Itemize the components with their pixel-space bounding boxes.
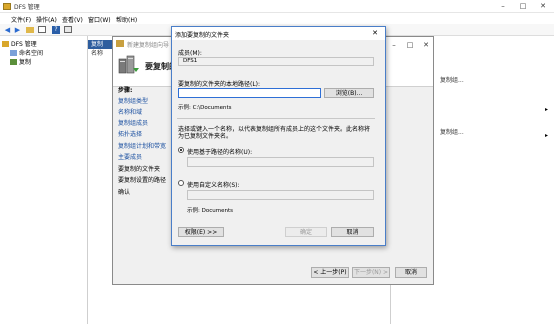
menu-action[interactable]: 操作(A) <box>36 15 57 24</box>
panel-icon[interactable] <box>64 26 73 34</box>
folder-name-description: 选择或键入一个名称，以代表复制组所有成员上的这个文件夹。此名称将为已复制文件夹名… <box>178 126 371 140</box>
navigation-tree <box>0 36 88 324</box>
menu-view[interactable]: 查看(V) <box>62 15 83 24</box>
radio-use-path-name[interactable] <box>178 147 184 153</box>
menu-bar <box>0 13 554 24</box>
step-folders-to-replicate: 要复制的文件夹 <box>118 166 161 173</box>
step-topology[interactable]: 拓扑选择 <box>118 129 142 138</box>
browse-button[interactable]: 浏览(B)... <box>324 88 374 98</box>
window-title: DFS 管理 <box>14 4 40 11</box>
menu-window[interactable]: 窗口(W) <box>88 15 111 24</box>
permissions-button[interactable]: 权限(E) >> <box>178 227 224 237</box>
expand-arrow-icon[interactable]: ▸ <box>545 132 548 139</box>
expand-arrow-icon[interactable]: ▸ <box>545 106 548 113</box>
minimize-icon[interactable]: – <box>494 0 512 12</box>
dfs-icon <box>2 41 9 47</box>
local-path-label: 要复制的文件夹的本地路径(L): <box>178 81 261 88</box>
separator <box>177 118 375 119</box>
local-path-input[interactable] <box>178 88 321 98</box>
wizard-prev-button[interactable]: < 上一步(P) <box>311 267 349 278</box>
dialog-cancel-button[interactable]: 取消 <box>331 227 374 237</box>
wizard-cancel-button[interactable]: 取消 <box>395 267 427 278</box>
folder-icon[interactable] <box>26 26 35 34</box>
replication-servers-icon <box>118 54 140 76</box>
tree-view-icon[interactable] <box>38 26 47 34</box>
back-arrow-icon[interactable]: ◀ <box>3 26 12 34</box>
name-example: 示例: Documents <box>187 208 233 214</box>
path-example: 示例: C:\Documents <box>178 105 232 111</box>
close-icon[interactable]: ✕ <box>534 0 552 12</box>
step-name-and-domain[interactable]: 名称和域 <box>118 107 142 116</box>
radio-use-custom-name[interactable] <box>178 180 184 186</box>
dialog-title: 添加要复制的文件夹 <box>175 32 230 39</box>
custom-name-field[interactable] <box>187 190 374 200</box>
step-members[interactable]: 复制组成员 <box>118 118 148 127</box>
forward-arrow-icon[interactable]: ▶ <box>13 26 22 34</box>
ok-button[interactable]: 确定 <box>285 227 327 237</box>
wizard-next-button[interactable]: 下一步(N) > <box>352 267 390 278</box>
use-custom-name-label: 使用自定义名称(S): <box>187 182 240 189</box>
tree-item-replication[interactable]: 复制 <box>10 58 31 67</box>
member-label: 成员(M): <box>178 50 202 57</box>
path-name-field <box>187 157 374 167</box>
step-primary-member[interactable]: 主要成员 <box>118 152 142 161</box>
namespace-icon <box>10 50 17 56</box>
use-path-name-label: 使用基于路径的名称(U): <box>187 149 253 156</box>
step-schedule-bandwidth[interactable]: 复制组计划和带宽 <box>118 141 166 150</box>
dfs-app-icon <box>3 3 11 10</box>
action-item[interactable]: 复制组... <box>440 75 464 84</box>
steps-title: 步骤: <box>118 87 133 94</box>
maximize-icon[interactable]: □ <box>514 0 532 12</box>
step-replication-group-type[interactable]: 复制组类型 <box>118 96 148 105</box>
menu-help[interactable]: 帮助(H) <box>116 15 137 24</box>
menu-file[interactable]: 文件(F) <box>11 15 31 24</box>
tree-root-dfs-management[interactable]: DFS 管理 <box>2 40 37 49</box>
wizard-title: 新建复制组向导 <box>127 42 170 49</box>
wizard-icon <box>116 40 124 47</box>
tree-item-namespaces[interactable]: 命名空间 <box>10 49 43 58</box>
step-local-path: 要复制设置的路径 <box>118 177 167 184</box>
replication-icon <box>10 59 17 65</box>
action-item[interactable]: 复制组... <box>440 127 464 136</box>
help-icon[interactable]: ? <box>52 26 61 34</box>
window-titlebar <box>0 0 554 13</box>
dialog-close-icon[interactable]: ✕ <box>369 28 381 38</box>
member-field: DFS1 <box>178 57 374 66</box>
step-confirmation: 确认 <box>118 189 131 196</box>
